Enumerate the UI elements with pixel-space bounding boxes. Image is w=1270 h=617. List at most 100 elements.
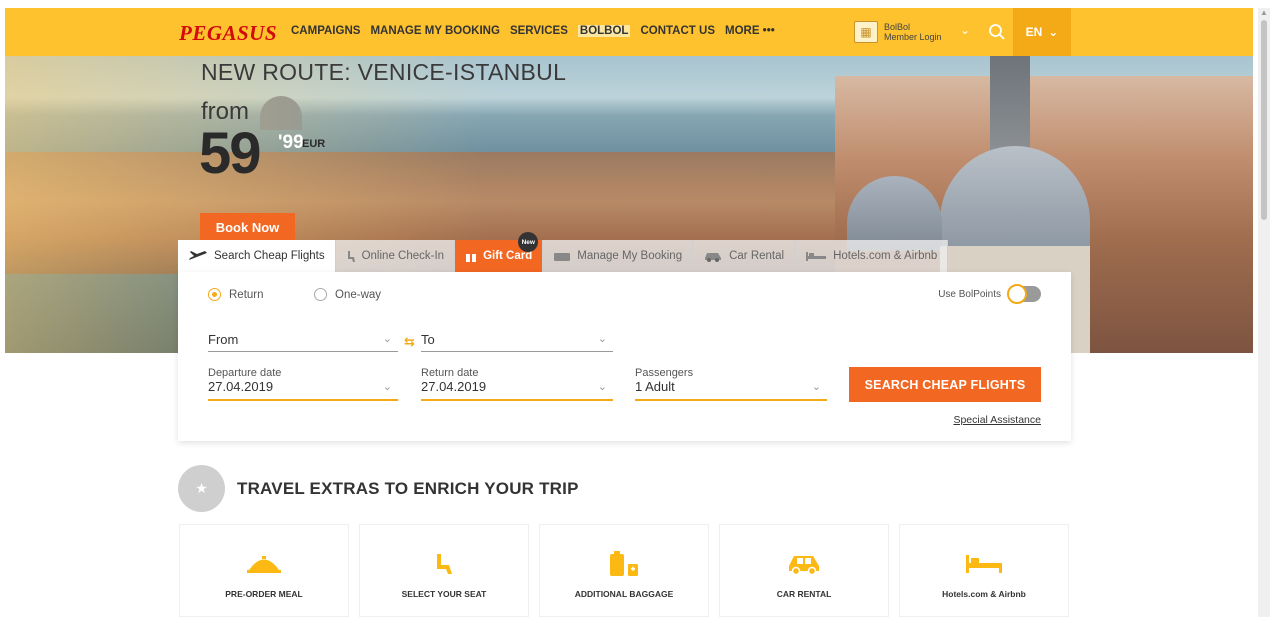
- seat-icon: [434, 551, 454, 577]
- menu-manage-booking[interactable]: MANAGE MY BOOKING: [370, 25, 500, 37]
- menu-campaigns[interactable]: CAMPAIGNS: [291, 25, 360, 37]
- tab-search-cheap-flights[interactable]: Search Cheap Flights: [178, 240, 336, 272]
- car-icon: [705, 252, 722, 262]
- tab-online-check-in[interactable]: Online Check-In: [335, 240, 456, 272]
- menu-contact-us[interactable]: CONTACT US: [640, 25, 715, 37]
- flight-search-panel: Return One-way Use BolPoints From ⌄ ⇆ To…: [178, 272, 1071, 441]
- return-date-field[interactable]: Return date 27.04.2019 ⌄: [421, 367, 613, 401]
- tab-label: Search Cheap Flights: [214, 250, 325, 262]
- travel-extras-header: ★ TRAVEL EXTRAS TO ENRICH YOUR TRIP: [178, 465, 579, 512]
- login-line2: Member Login: [884, 32, 942, 42]
- bed-icon: [806, 251, 827, 261]
- travel-extras-title: TRAVEL EXTRAS TO ENRICH YOUR TRIP: [237, 478, 579, 498]
- chevron-down-icon: ⌄: [382, 381, 392, 393]
- swap-icon[interactable]: ⇆: [404, 334, 415, 350]
- bolbol-member-login[interactable]: ▦ BolBol Member Login ⌄: [854, 18, 974, 46]
- passengers-value: 1 Adult: [635, 379, 675, 394]
- radio-return[interactable]: Return: [208, 288, 264, 301]
- new-badge: New: [518, 232, 539, 252]
- departure-date-label: Departure date: [208, 367, 282, 379]
- from-label: From: [208, 332, 239, 347]
- login-text: BolBol Member Login: [884, 22, 942, 42]
- page: PEGASUS CAMPAIGNS MANAGE MY BOOKING SERV…: [0, 0, 1270, 617]
- search-button[interactable]: [982, 16, 1012, 48]
- tab-label: Car Rental: [729, 250, 785, 262]
- hero-price-integer: 59: [199, 121, 261, 186]
- tab-label: Manage My Booking: [577, 250, 683, 262]
- language-selector[interactable]: EN ⌄: [1013, 8, 1071, 56]
- chevron-down-icon: ⌄: [1048, 25, 1059, 39]
- language-label: EN: [1025, 25, 1043, 39]
- cloche-icon: [246, 551, 282, 577]
- login-line1: BolBol: [884, 22, 911, 32]
- extra-card-label: CAR RENTAL: [776, 589, 832, 599]
- special-assistance-link[interactable]: Special Assistance: [953, 414, 1041, 426]
- use-bolpoints: Use BolPoints: [938, 284, 1041, 304]
- bolbol-card-icon: ▦: [854, 21, 878, 43]
- departure-date-field[interactable]: Departure date 27.04.2019 ⌄: [208, 367, 398, 401]
- extra-card-pre-order-meal[interactable]: PRE-ORDER MEAL: [179, 524, 349, 617]
- extra-card-label: SELECT YOUR SEAT: [401, 589, 487, 599]
- menu-services[interactable]: SERVICES: [510, 25, 568, 37]
- ticket-icon: [554, 252, 571, 261]
- chevron-down-icon: ⌄: [382, 333, 392, 345]
- extra-card-hotels-airbnb[interactable]: Hotels.com & Airbnb: [899, 524, 1069, 617]
- seat-icon: [347, 250, 355, 262]
- travel-extras-cards: PRE-ORDER MEAL SELECT YOUR SEAT ADDITION…: [179, 524, 1069, 617]
- search-cheap-flights-button[interactable]: SEARCH CHEAP FLIGHTS: [849, 367, 1041, 402]
- booking-tabs: Search Cheap Flights Online Check-In Gif…: [178, 232, 949, 272]
- extra-card-label: PRE-ORDER MEAL: [225, 589, 303, 599]
- tab-label: Hotels.com & Airbnb: [833, 250, 938, 262]
- extra-card-car-rental[interactable]: CAR RENTAL: [719, 524, 889, 617]
- toggle-knob: [1007, 284, 1027, 304]
- hero-headline: NEW ROUTE: VENICE-ISTANBUL: [201, 59, 567, 85]
- hero-price-currency: EUR: [302, 138, 326, 150]
- star-icon: ★: [178, 465, 225, 512]
- tab-hotels-airbnb[interactable]: Hotels.com & Airbnb: [795, 240, 949, 272]
- car-icon: [786, 551, 822, 577]
- tab-car-rental[interactable]: Car Rental: [693, 240, 796, 272]
- return-date-value: 27.04.2019: [421, 379, 487, 394]
- to-field[interactable]: To ⌄: [421, 326, 613, 352]
- extra-card-label: Hotels.com & Airbnb: [942, 589, 1026, 599]
- passengers-field[interactable]: Passengers 1 Adult ⌄: [635, 367, 827, 401]
- to-label: To: [421, 332, 435, 347]
- chevron-down-icon: ⌄: [811, 381, 821, 393]
- baggage-icon: [608, 551, 640, 577]
- chevron-down-icon: ⌄: [597, 333, 607, 345]
- chevron-down-icon: ⌄: [597, 381, 607, 393]
- tab-manage-my-booking[interactable]: Manage My Booking: [543, 240, 694, 272]
- menu-bolbol[interactable]: BOLBOL: [577, 25, 631, 37]
- top-navigation: PEGASUS CAMPAIGNS MANAGE MY BOOKING SERV…: [5, 8, 1253, 56]
- search-icon: [989, 24, 1005, 40]
- chevron-down-icon: ⌄: [960, 23, 971, 37]
- hero-price-decimal: '99: [278, 132, 304, 153]
- departure-date-value: 27.04.2019: [208, 379, 274, 394]
- gift-icon: [466, 250, 477, 262]
- use-bolpoints-label: Use BolPoints: [938, 288, 1001, 300]
- extra-card-select-seat[interactable]: SELECT YOUR SEAT: [359, 524, 529, 617]
- return-date-label: Return date: [421, 367, 479, 379]
- tab-label: Gift Card: [483, 250, 533, 262]
- passengers-label: Passengers: [635, 367, 694, 379]
- scroll-up-icon[interactable]: ▲: [1260, 8, 1268, 17]
- book-now-button[interactable]: Book Now: [200, 213, 295, 241]
- scrollbar-thumb[interactable]: [1261, 20, 1267, 220]
- bed-icon: [965, 551, 1003, 577]
- extra-card-additional-baggage[interactable]: ADDITIONAL BAGGAGE: [539, 524, 709, 617]
- pegasus-logo[interactable]: PEGASUS: [179, 21, 277, 46]
- radio-return-label: Return: [229, 288, 264, 301]
- radio-one-way-label: One-way: [335, 288, 382, 301]
- tab-gift-card[interactable]: Gift Card New: [455, 232, 544, 272]
- radio-dot: [314, 288, 327, 301]
- menu-more[interactable]: MORE •••: [725, 25, 775, 37]
- bolpoints-toggle[interactable]: [1007, 284, 1041, 304]
- tab-label: Online Check-In: [361, 250, 445, 262]
- vertical-scrollbar[interactable]: ▲: [1258, 8, 1270, 617]
- main-menu: CAMPAIGNS MANAGE MY BOOKING SERVICES BOL…: [291, 25, 775, 37]
- radio-one-way[interactable]: One-way: [314, 288, 381, 301]
- from-field[interactable]: From ⌄: [208, 326, 398, 352]
- hero-tower: [990, 56, 1030, 151]
- extra-card-label: ADDITIONAL BAGGAGE: [574, 589, 674, 599]
- plane-icon: [189, 251, 207, 260]
